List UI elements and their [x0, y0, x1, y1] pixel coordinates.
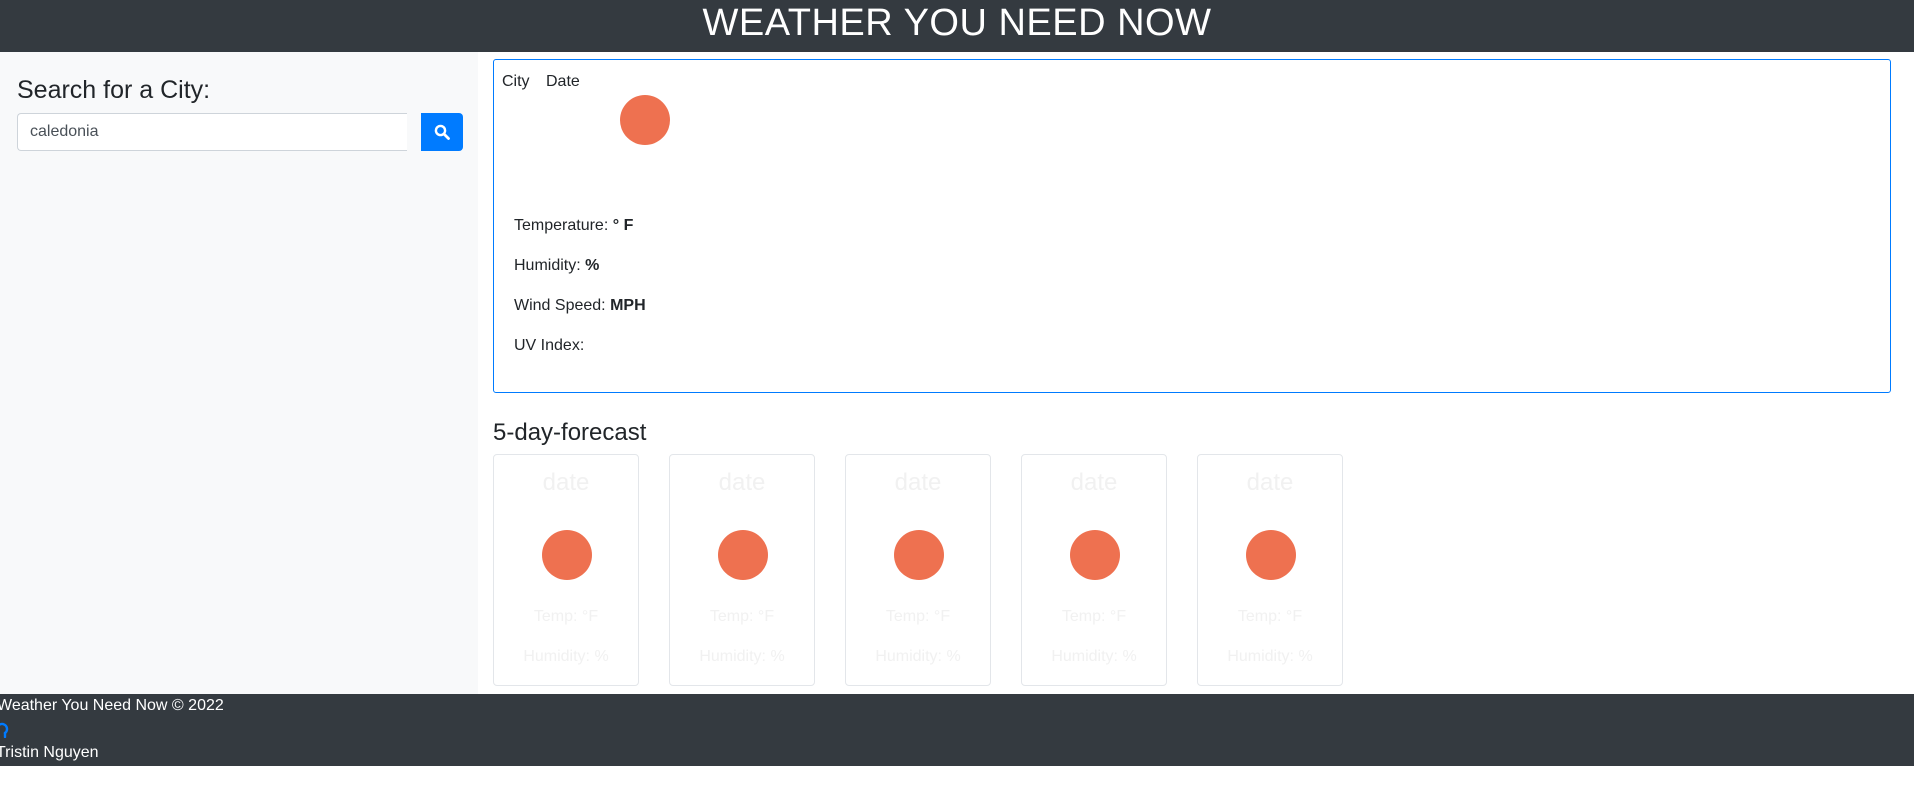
wind-speed-row: Wind Speed: MPH: [514, 297, 646, 315]
forecast-temp: Temp: °F: [885, 608, 951, 625]
forecast-temp: Temp: °F: [533, 608, 599, 625]
footer: Weather You Need Now © 2022 Tristin Nguy…: [0, 694, 1914, 766]
forecast-card: date Temp: °F Humidity: %: [1021, 454, 1167, 686]
forecast-humidity: Humidity: %: [699, 648, 785, 665]
footer-author: Tristin Nguyen: [0, 744, 99, 761]
forecast-card: date Temp: °F Humidity: %: [493, 454, 639, 686]
humidity-value: %: [585, 257, 600, 274]
temperature-label: Temperature:: [514, 217, 609, 234]
forecast-date: date: [718, 469, 766, 496]
forecast-temp: Temp: °F: [1061, 608, 1127, 625]
wind-speed-value: MPH: [610, 297, 646, 314]
current-date: Date: [546, 73, 580, 90]
temperature-row: Temperature: ° F: [514, 217, 633, 235]
humidity-label: Humidity:: [514, 257, 581, 274]
forecast-title: 5-day-forecast: [493, 419, 647, 446]
sidebar: Search for a City:: [0, 52, 478, 694]
uv-index-row: UV Index:: [514, 337, 584, 355]
forecast-card: date Temp: °F Humidity: %: [845, 454, 991, 686]
app-title: WEATHER YOU NEED NOW: [702, 2, 1212, 44]
forecast-temp: Temp: °F: [1237, 608, 1303, 625]
weather-icon: [894, 530, 944, 580]
search-icon: [434, 124, 450, 140]
forecast-card: date Temp: °F Humidity: %: [669, 454, 815, 686]
weather-icon: [1246, 530, 1296, 580]
forecast-date: date: [1070, 469, 1118, 496]
weather-icon: [718, 530, 768, 580]
weather-icon: [1070, 530, 1120, 580]
forecast-humidity: Humidity: %: [523, 648, 609, 665]
weather-icon: [542, 530, 592, 580]
city-search-input[interactable]: [17, 113, 407, 151]
forecast-humidity: Humidity: %: [1051, 648, 1137, 665]
current-weather-card: City Date Temperature: ° F Humidity: % W…: [493, 59, 1891, 393]
forecast-humidity: Humidity: %: [1227, 648, 1313, 665]
wind-speed-label: Wind Speed:: [514, 297, 606, 314]
forecast-date: date: [894, 469, 942, 496]
weather-icon: [620, 95, 670, 145]
search-button[interactable]: [421, 113, 463, 151]
footer-copyright: Weather You Need Now © 2022: [0, 697, 224, 714]
humidity-row: Humidity: %: [514, 257, 599, 275]
app-header: WEATHER YOU NEED NOW: [0, 0, 1914, 52]
forecast-date: date: [1246, 469, 1294, 496]
forecast-temp: Temp: °F: [709, 608, 775, 625]
uv-index-label: UV Index:: [514, 337, 585, 354]
search-title: Search for a City:: [17, 76, 211, 104]
github-icon[interactable]: [0, 720, 10, 738]
temperature-value: ° F: [612, 217, 634, 234]
current-city: City: [502, 73, 530, 90]
forecast-date: date: [542, 469, 590, 496]
forecast-humidity: Humidity: %: [875, 648, 961, 665]
forecast-card: date Temp: °F Humidity: %: [1197, 454, 1343, 686]
